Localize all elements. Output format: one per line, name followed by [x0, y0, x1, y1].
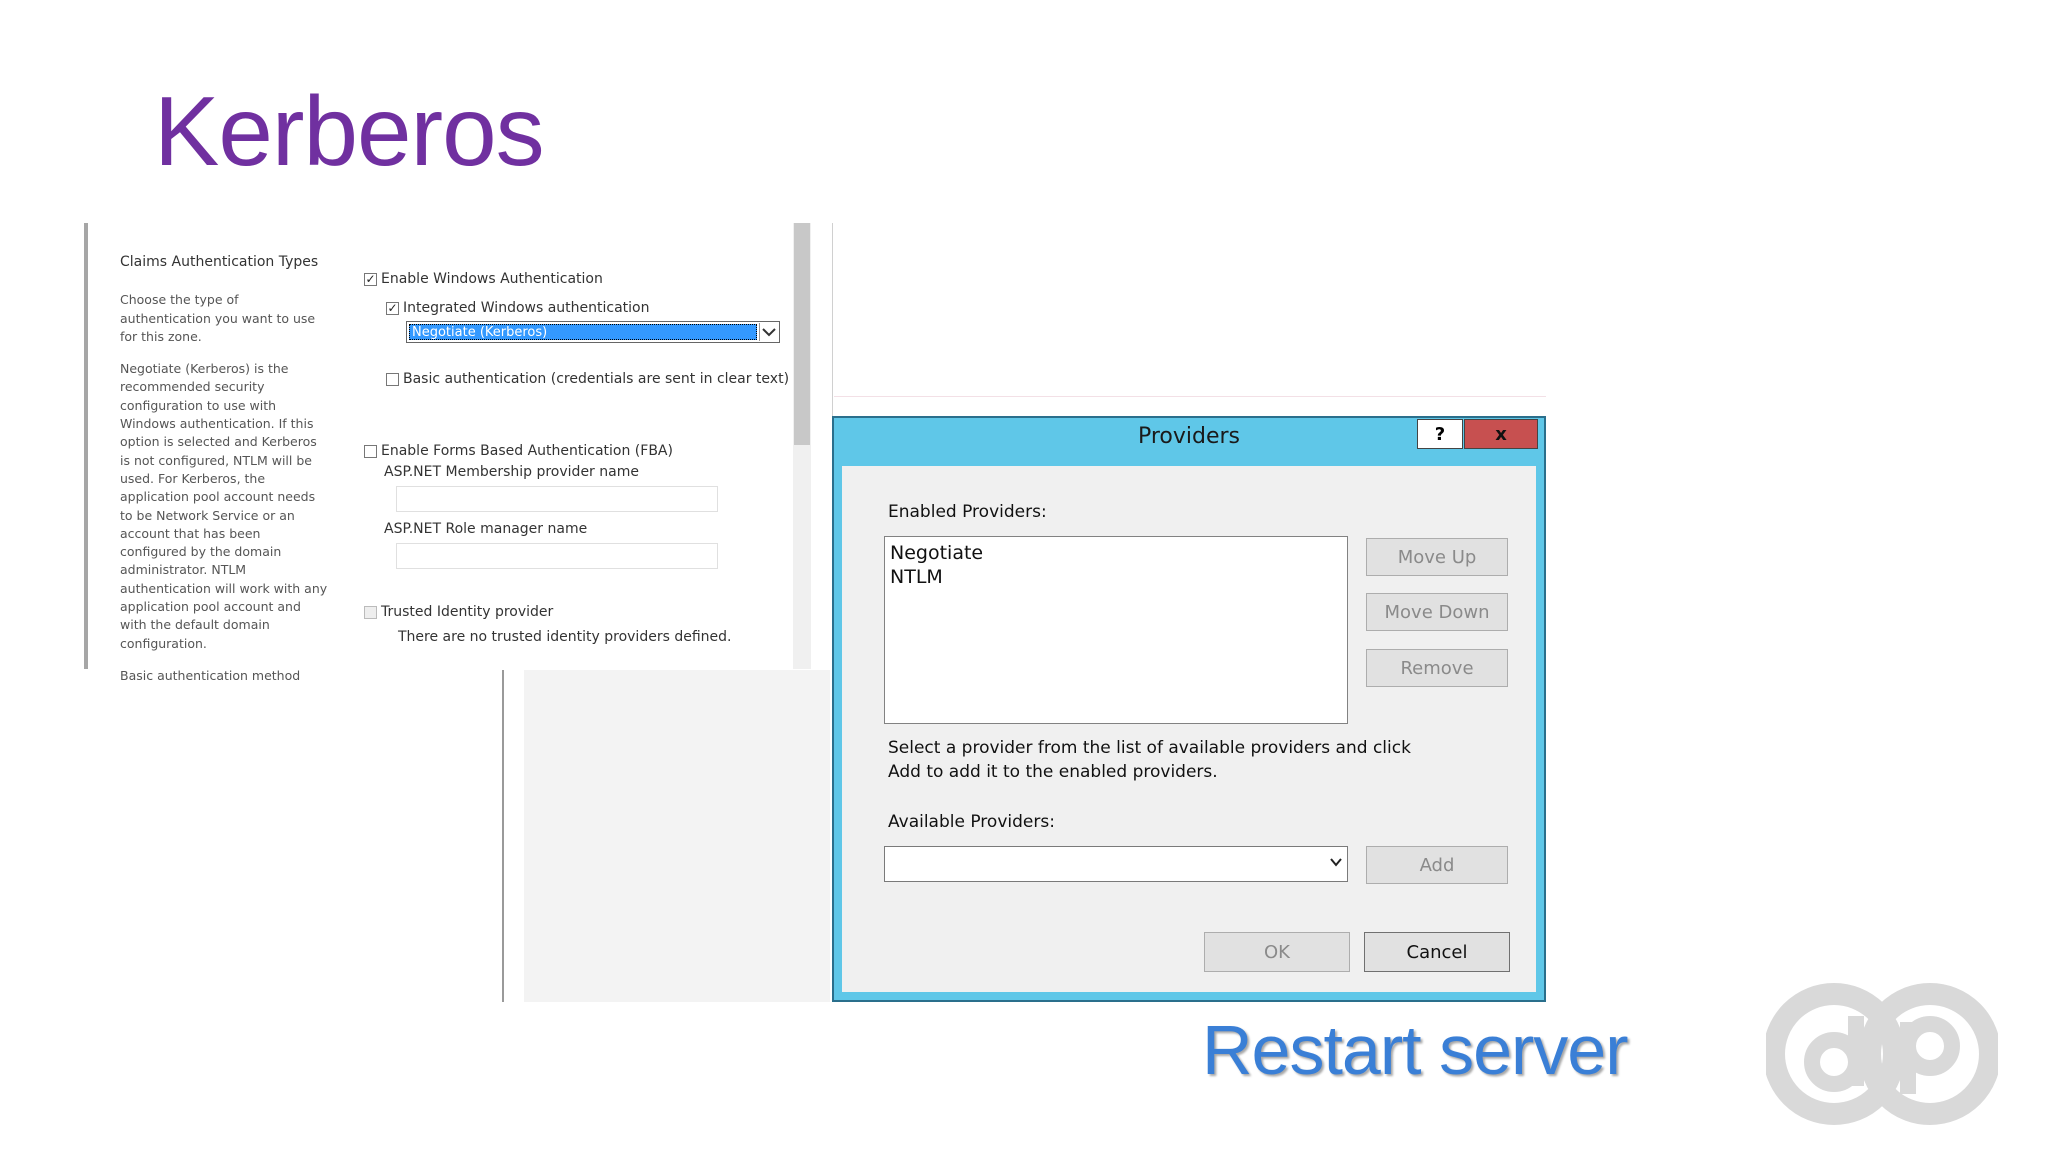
panel-scrollbar-thumb[interactable]: [794, 223, 810, 445]
auth-method-selected-value: Negotiate (Kerberos): [409, 324, 757, 340]
chevron-down-icon[interactable]: [1329, 855, 1343, 874]
integrated-windows-auth-checkbox[interactable]: ✓: [386, 301, 399, 315]
enabled-providers-label: Enabled Providers:: [888, 502, 1047, 522]
move-down-button[interactable]: Move Down: [1366, 593, 1508, 631]
dialog-body: Enabled Providers: Negotiate NTLM Move U…: [842, 466, 1536, 992]
trusted-identity-option: Trusted Identity provider: [364, 604, 553, 620]
restart-server-caption: Restart server: [1202, 1011, 1629, 1089]
remove-button[interactable]: Remove: [1366, 649, 1508, 687]
enable-fba-checkbox[interactable]: [364, 444, 377, 458]
description-basic: Basic authentication method: [120, 667, 301, 683]
cancel-button[interactable]: Cancel: [1364, 932, 1510, 972]
help-button[interactable]: ?: [1417, 419, 1463, 449]
chevron-down-icon[interactable]: [759, 323, 778, 341]
list-item[interactable]: Negotiate: [890, 541, 1342, 565]
role-manager-input[interactable]: [396, 543, 718, 569]
background-divider: [834, 396, 1546, 397]
authentication-settings-panel: Claims Authentication Types Choose the t…: [84, 223, 812, 683]
basic-auth-label: Basic authentication (credentials are se…: [403, 371, 790, 387]
integrated-windows-auth-label: Integrated Windows authentication: [403, 300, 650, 316]
integrated-windows-auth-option[interactable]: ✓ Integrated Windows authentication: [386, 300, 649, 316]
trusted-identity-note: There are no trusted identity providers …: [398, 629, 732, 645]
description-intro: Choose the type of authentication you wa…: [120, 292, 316, 344]
enable-windows-auth-checkbox[interactable]: ✓: [364, 272, 377, 286]
ok-button[interactable]: OK: [1204, 932, 1350, 972]
description-kerberos: Negotiate (Kerberos) is the recommended …: [120, 361, 328, 651]
available-providers-select[interactable]: [884, 846, 1348, 882]
close-button[interactable]: x: [1464, 419, 1538, 449]
brand-logo-icon: [1766, 983, 1998, 1125]
basic-auth-checkbox[interactable]: [386, 372, 399, 386]
auth-method-select[interactable]: Negotiate (Kerberos): [406, 321, 780, 343]
enable-fba-option[interactable]: Enable Forms Based Authentication (FBA): [364, 443, 673, 459]
move-up-button[interactable]: Move Up: [1366, 538, 1508, 576]
membership-provider-input[interactable]: [396, 486, 718, 512]
background-window-edge: [502, 670, 504, 1002]
enabled-providers-list[interactable]: Negotiate NTLM: [884, 536, 1348, 724]
enable-windows-auth-label: Enable Windows Authentication: [381, 271, 603, 287]
background-window: [524, 670, 830, 1002]
section-title: Claims Authentication Types: [120, 254, 319, 270]
providers-dialog: Providers ? x Enabled Providers: Negotia…: [832, 416, 1546, 1002]
available-providers-label: Available Providers:: [888, 812, 1055, 832]
list-item[interactable]: NTLM: [890, 565, 1342, 589]
enable-windows-auth-option[interactable]: ✓ Enable Windows Authentication: [364, 271, 603, 287]
trusted-identity-label: Trusted Identity provider: [381, 604, 554, 620]
role-manager-label: ASP.NET Role manager name: [384, 521, 588, 537]
membership-provider-label: ASP.NET Membership provider name: [384, 464, 639, 480]
add-button[interactable]: Add: [1366, 846, 1508, 884]
trusted-identity-checkbox: [364, 605, 377, 619]
description-column: Claims Authentication Types Choose the t…: [120, 253, 330, 699]
helper-text: Select a provider from the list of avail…: [888, 738, 1411, 782]
slide-title: Kerberos: [154, 76, 545, 186]
basic-auth-option[interactable]: Basic authentication (credentials are se…: [386, 371, 789, 387]
enable-fba-label: Enable Forms Based Authentication (FBA): [381, 443, 673, 459]
